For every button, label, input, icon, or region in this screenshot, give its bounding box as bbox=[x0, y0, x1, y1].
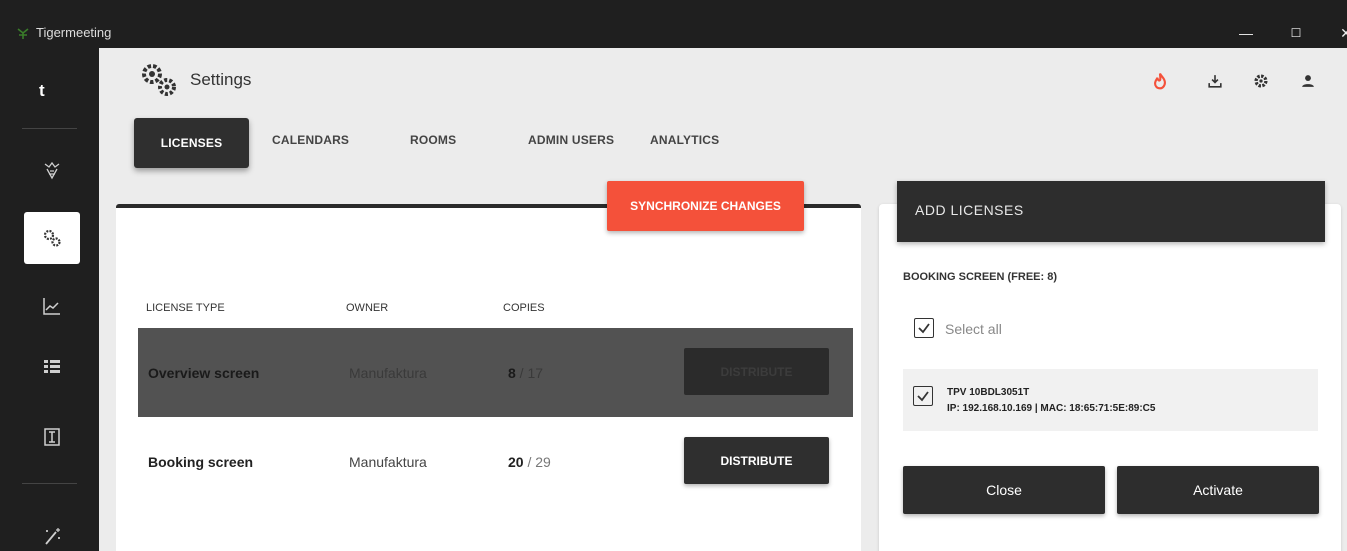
analytics-chart-icon bbox=[43, 298, 60, 315]
sidebar-divider bbox=[22, 128, 77, 129]
select-all-checkbox[interactable] bbox=[914, 318, 934, 338]
checkmark-icon bbox=[917, 391, 929, 402]
tab-admin-users[interactable]: ADMIN USERS bbox=[528, 133, 614, 147]
device-info: IP: 192.168.10.169 | MAC: 18:65:71:5E:89… bbox=[947, 403, 1156, 414]
fire-button[interactable] bbox=[1149, 70, 1171, 92]
settings-icon bbox=[43, 229, 61, 247]
device-name: TPV 10BDL3051T bbox=[947, 387, 1030, 398]
distribute-button[interactable]: DISTRIBUTE bbox=[684, 437, 829, 484]
page-title: Settings bbox=[190, 70, 252, 89]
sidebar-brand[interactable]: t bbox=[39, 81, 45, 101]
copies-total: / 17 bbox=[515, 365, 544, 381]
checkmark-icon bbox=[918, 323, 930, 334]
fire-icon bbox=[1154, 73, 1166, 90]
license-type: Booking screen bbox=[148, 454, 254, 470]
license-owner: Manufaktura bbox=[349, 365, 427, 381]
close-window-button[interactable]: ✕ bbox=[1334, 24, 1347, 42]
sidebar-item-list[interactable] bbox=[24, 341, 80, 393]
license-copies: 20 / 29 bbox=[508, 454, 551, 470]
column-header-copies: COPIES bbox=[503, 302, 545, 314]
license-copies: 8 / 17 bbox=[508, 365, 543, 381]
column-header-license-type: LICENSE TYPE bbox=[146, 302, 225, 314]
booking-screen-section-label: BOOKING SCREEN (FREE: 8) bbox=[903, 271, 1058, 283]
download-button[interactable] bbox=[1204, 70, 1226, 92]
tab-analytics[interactable]: ANALYTICS bbox=[650, 133, 719, 147]
tiger-icon bbox=[44, 161, 60, 180]
tab-rooms[interactable]: ROOMS bbox=[410, 133, 456, 147]
gear-button[interactable] bbox=[1250, 70, 1272, 92]
window-title: Tigermeeting bbox=[36, 25, 112, 40]
sidebar-item-magic[interactable] bbox=[24, 510, 80, 551]
device-checkbox[interactable] bbox=[913, 386, 933, 406]
list-icon bbox=[44, 360, 60, 373]
copies-used: 8 bbox=[508, 365, 516, 381]
download-icon bbox=[1208, 75, 1222, 88]
maximize-button[interactable]: ☐ bbox=[1284, 24, 1308, 42]
gear-icon bbox=[1254, 74, 1268, 88]
close-button[interactable]: Close bbox=[903, 466, 1105, 514]
sidebar-item-analytics[interactable] bbox=[24, 280, 80, 332]
sidebar: t bbox=[0, 48, 99, 551]
activate-button[interactable]: Activate bbox=[1117, 466, 1319, 514]
device-list-item[interactable] bbox=[903, 369, 1318, 431]
distribute-button[interactable]: DISTRIBUTE bbox=[684, 348, 829, 395]
sidebar-item-settings[interactable] bbox=[24, 212, 80, 264]
tab-calendars[interactable]: CALENDARS bbox=[272, 133, 349, 147]
license-owner: Manufaktura bbox=[349, 454, 427, 470]
synchronize-changes-button[interactable]: SYNCHRONIZE CHANGES bbox=[607, 181, 804, 231]
user-button[interactable] bbox=[1297, 70, 1319, 92]
tab-licenses[interactable]: LICENSES bbox=[134, 118, 249, 168]
magic-wand-icon bbox=[45, 528, 60, 545]
minimize-button[interactable]: — bbox=[1234, 24, 1258, 42]
select-all-label[interactable]: Select all bbox=[945, 321, 1002, 337]
add-licenses-header: ADD LICENSES bbox=[897, 181, 1325, 242]
copies-total: / 29 bbox=[523, 454, 551, 470]
license-type: Overview screen bbox=[148, 365, 260, 381]
sidebar-item-text[interactable] bbox=[24, 411, 80, 463]
app-logo-icon bbox=[17, 28, 29, 39]
settings-gears-icon bbox=[142, 64, 176, 96]
sidebar-divider bbox=[22, 483, 77, 484]
copies-used: 20 bbox=[508, 454, 524, 470]
table-row[interactable]: Overview screen Manufaktura 8 / 17 DISTR… bbox=[138, 328, 853, 417]
sidebar-item-tiger[interactable] bbox=[24, 144, 80, 196]
table-row[interactable]: Booking screen Manufaktura 20 / 29 DISTR… bbox=[138, 417, 853, 506]
text-cursor-icon bbox=[44, 428, 60, 446]
window-titlebar: Tigermeeting — ☐ ✕ bbox=[0, 0, 1347, 48]
user-icon bbox=[1302, 75, 1314, 87]
column-header-owner: OWNER bbox=[346, 302, 389, 314]
